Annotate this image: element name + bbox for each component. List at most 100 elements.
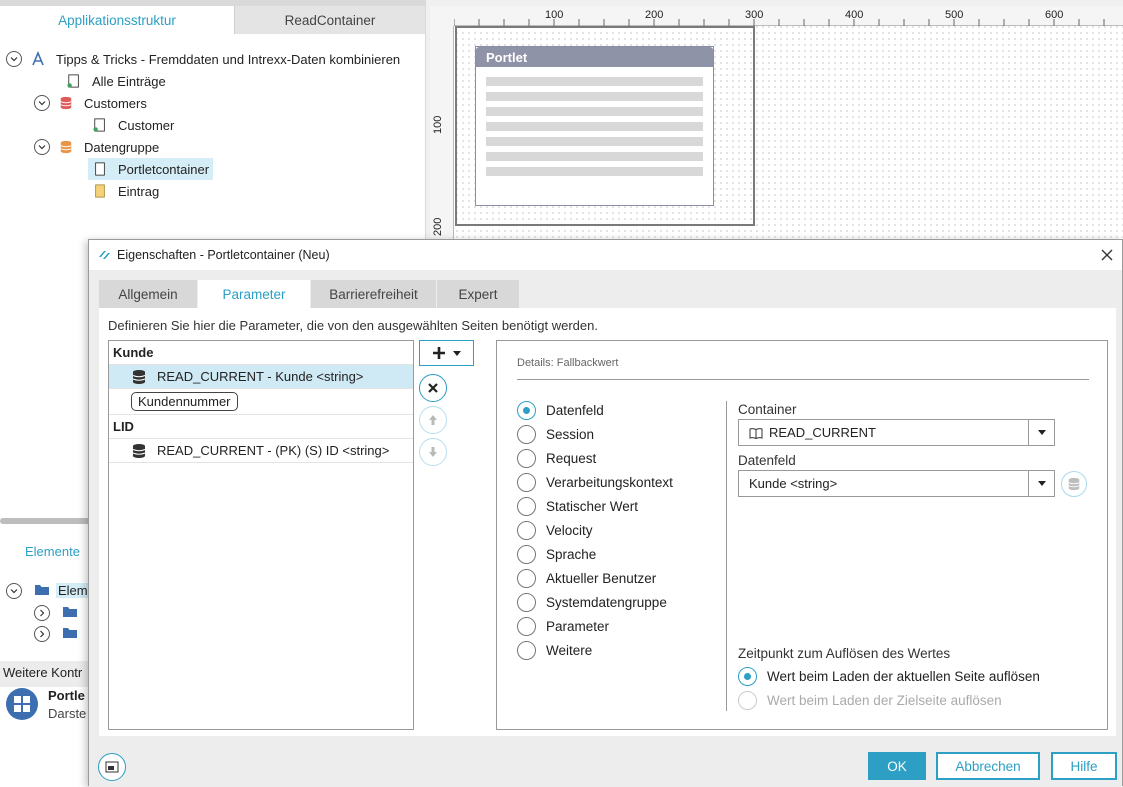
- param-group-lid: LID: [109, 415, 413, 439]
- add-parameter-button[interactable]: [419, 340, 474, 366]
- book-icon: [749, 427, 763, 439]
- ruler-label: 400: [845, 9, 864, 21]
- radio-sprache[interactable]: Sprache: [517, 545, 596, 564]
- radio-button[interactable]: [517, 641, 536, 660]
- radio-label: Parameter: [546, 619, 610, 634]
- tab-expert[interactable]: Expert: [437, 280, 519, 308]
- radio-button[interactable]: [738, 667, 757, 686]
- remove-parameter-button[interactable]: [419, 374, 447, 402]
- radio-aktueller-benutzer[interactable]: Aktueller Benutzer: [517, 569, 656, 588]
- app-logo-icon: [97, 248, 111, 262]
- radio-button[interactable]: [517, 617, 536, 636]
- radio-verarbeitungskontext[interactable]: Verarbeitungskontext: [517, 473, 673, 492]
- tree-label: Customers: [84, 95, 147, 111]
- layout-toggle-button[interactable]: [98, 753, 126, 781]
- ok-button[interactable]: OK: [868, 752, 926, 780]
- tab-allgemein[interactable]: Allgemein: [99, 280, 197, 308]
- radio-button[interactable]: [517, 473, 536, 492]
- radio-button[interactable]: [517, 545, 536, 564]
- radio-weitere[interactable]: Weitere: [517, 641, 592, 660]
- horizontal-scrollbar[interactable]: [0, 518, 90, 524]
- elements-child[interactable]: [34, 625, 78, 642]
- chevron-down-icon[interactable]: [34, 95, 50, 111]
- chevron-down-icon[interactable]: [6, 51, 22, 67]
- chevron-down-icon[interactable]: [1028, 420, 1054, 445]
- radio-button[interactable]: [517, 593, 536, 612]
- datenfeld-select[interactable]: Kunde <string>: [738, 470, 1055, 497]
- chevron-right-icon[interactable]: [34, 604, 50, 621]
- elements-child[interactable]: [34, 604, 78, 621]
- close-icon[interactable]: [1098, 246, 1116, 264]
- move-up-button[interactable]: [419, 406, 447, 434]
- tab-elemente[interactable]: Elemente: [25, 544, 80, 559]
- cancel-button[interactable]: Abbrechen: [936, 752, 1040, 780]
- param-item-label: READ_CURRENT - (PK) (S) ID <string>: [157, 443, 390, 458]
- radio-label: Systemdatengruppe: [546, 595, 667, 610]
- radio-datenfeld[interactable]: Datenfeld: [517, 401, 604, 420]
- param-item-lid[interactable]: READ_CURRENT - (PK) (S) ID <string>: [109, 439, 413, 463]
- tree-label: Alle Einträge: [92, 73, 166, 89]
- radio-session[interactable]: Session: [517, 425, 594, 444]
- datenfeld-label: Datenfeld: [738, 453, 796, 468]
- weitere-kontrollelemente[interactable]: Weitere Kontr: [0, 661, 90, 687]
- portlet-line: [486, 107, 703, 116]
- ruler-corner: [430, 6, 454, 26]
- ruler-label: 100: [545, 9, 564, 21]
- tab-barrierefreiheit[interactable]: Barrierefreiheit: [311, 280, 436, 308]
- chevron-down-icon[interactable]: [34, 139, 50, 155]
- radio-zeitpunkt-aktuell[interactable]: Wert beim Laden der aktuellen Seite aufl…: [738, 667, 1040, 686]
- param-alias-row: Kundennummer: [109, 389, 413, 415]
- radio-button[interactable]: [517, 449, 536, 468]
- tree-node-app[interactable]: Tipps & Tricks - Fremddaten und Intrexx-…: [6, 48, 400, 70]
- radio-statischer-wert[interactable]: Statischer Wert: [517, 497, 638, 516]
- radio-button[interactable]: [517, 497, 536, 516]
- radio-button[interactable]: [517, 521, 536, 540]
- tree-node-portletcontainer[interactable]: Portletcontainer: [6, 158, 400, 180]
- tree-label: Portletcontainer: [118, 161, 210, 177]
- tree-node-customer[interactable]: Customer: [6, 114, 400, 136]
- datenfeld-picker-button[interactable]: [1061, 471, 1087, 497]
- tree-node-alle-eintraege[interactable]: Alle Einträge: [6, 70, 400, 92]
- radio-velocity[interactable]: Velocity: [517, 521, 593, 540]
- details-vertical-divider: [726, 401, 727, 711]
- tree-node-customers[interactable]: Customers: [6, 92, 400, 114]
- param-alias-pill[interactable]: Kundennummer: [131, 392, 238, 411]
- parameter-list[interactable]: Kunde READ_CURRENT - Kunde <string> Kund…: [108, 340, 414, 730]
- radio-button[interactable]: [517, 569, 536, 588]
- param-item-kunde[interactable]: READ_CURRENT - Kunde <string>: [109, 365, 413, 389]
- radio-button[interactable]: [517, 401, 536, 420]
- tab-parameter[interactable]: Parameter: [198, 280, 310, 309]
- arrow-up-icon: [429, 415, 437, 425]
- chevron-down-icon[interactable]: [1028, 471, 1054, 496]
- details-panel: Details: Fallbackwert Datenfeld Session …: [496, 340, 1108, 730]
- portlet-line: [486, 77, 703, 86]
- database-icon: [1068, 477, 1080, 491]
- container-select[interactable]: READ_CURRENT: [738, 419, 1055, 446]
- dialog-titlebar[interactable]: Eigenschaften - Portletcontainer (Neu): [89, 240, 1122, 270]
- radio-zeitpunkt-ziel: Wert beim Laden der Zielseite auflösen: [738, 691, 1002, 710]
- radio-label: Weitere: [546, 643, 593, 658]
- help-button[interactable]: Hilfe: [1051, 752, 1117, 780]
- radio-parameter[interactable]: Parameter: [517, 617, 609, 636]
- chevron-down-icon[interactable]: [6, 582, 22, 599]
- tree-node-eintrag[interactable]: Eintrag: [6, 180, 400, 202]
- portlet-line: [486, 167, 703, 176]
- tree-node-datengruppe[interactable]: Datengruppe: [6, 136, 400, 158]
- app-tree: Tipps & Tricks - Fremddaten und Intrexx-…: [6, 48, 400, 202]
- tab-applikationsstruktur[interactable]: Applikationsstruktur: [0, 6, 234, 34]
- datenfeld-select-value: Kunde <string>: [749, 476, 838, 491]
- move-down-button[interactable]: [419, 438, 447, 466]
- radio-request[interactable]: Request: [517, 449, 596, 468]
- ruler-label: 200: [645, 9, 664, 21]
- radio-button[interactable]: [517, 425, 536, 444]
- portlet-preview[interactable]: Portlet: [475, 46, 714, 206]
- dialog-title: Eigenschaften - Portletcontainer (Neu): [117, 248, 330, 262]
- radio-label: Wert beim Laden der aktuellen Seite aufl…: [767, 669, 1040, 684]
- radio-systemdatengruppe[interactable]: Systemdatengruppe: [517, 593, 667, 612]
- elements-root[interactable]: Elem: [6, 582, 90, 599]
- ruler-label: 600: [1045, 9, 1064, 21]
- chevron-right-icon[interactable]: [34, 625, 50, 642]
- database-icon: [58, 139, 74, 155]
- tab-readcontainer[interactable]: ReadContainer: [234, 6, 425, 34]
- ruler-label: 500: [945, 9, 964, 21]
